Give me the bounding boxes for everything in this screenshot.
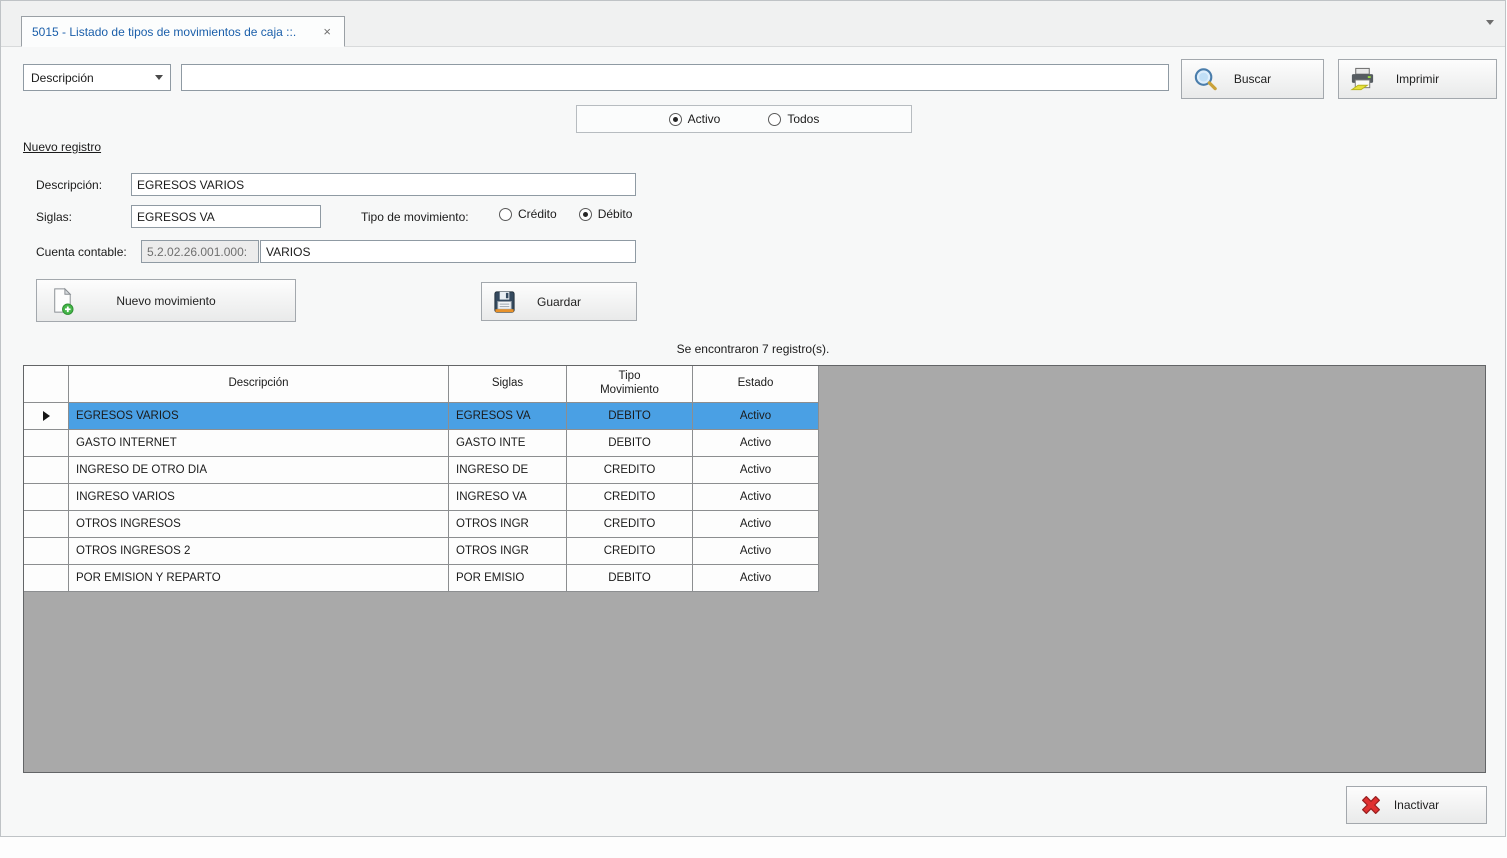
results-status-text: Se encontraron 7 registro(s). [1,342,1505,356]
row-selector-cell[interactable] [24,565,69,592]
row-selector-cell[interactable] [24,538,69,565]
movimientos-table: Descripción Siglas Tipo Movimiento Estad… [24,366,819,592]
table-header-row: Descripción Siglas Tipo Movimiento Estad… [24,366,819,403]
nuevo-movimiento-button[interactable]: Nuevo movimiento [36,279,296,322]
cell-descripcion[interactable]: EGRESOS VARIOS [69,403,449,430]
descripcion-label: Descripción: [36,178,102,192]
radio-activo-icon [669,113,682,126]
radio-credito-icon [499,208,512,221]
chevron-down-icon [155,75,163,80]
cell-tipo[interactable]: DEBITO [567,403,693,430]
header-descripcion[interactable]: Descripción [69,366,449,403]
radio-credito-label: Crédito [518,207,557,221]
search-field-select[interactable]: Descripción [23,64,171,91]
cell-descripcion[interactable]: INGRESO DE OTRO DIA [69,457,449,484]
app-window: 5015 - Listado de tipos de movimientos d… [0,0,1506,837]
search-input[interactable] [181,64,1169,91]
cuenta-contable-label: Cuenta contable: [36,245,127,259]
table-row[interactable]: OTROS INGRESOS 2 OTROS INGR CREDITO Acti… [24,538,819,565]
tab-title: 5015 - Listado de tipos de movimientos d… [32,25,296,39]
cell-descripcion[interactable]: OTROS INGRESOS [69,511,449,538]
cell-estado[interactable]: Activo [693,538,819,565]
movimientos-grid: Descripción Siglas Tipo Movimiento Estad… [23,365,1486,773]
radio-todos-icon [768,113,781,126]
radio-debito-label: Débito [598,207,633,221]
tipo-movimiento-group: Crédito Débito [499,207,632,221]
cell-siglas[interactable]: GASTO INTE [449,430,567,457]
cell-estado[interactable]: Activo [693,484,819,511]
table-row[interactable]: GASTO INTERNET GASTO INTE DEBITO Activo [24,430,819,457]
cell-estado[interactable]: Activo [693,430,819,457]
cell-siglas[interactable]: OTROS INGR [449,511,567,538]
cell-tipo[interactable]: DEBITO [567,565,693,592]
radio-todos-label: Todos [787,112,819,126]
table-row[interactable]: EGRESOS VARIOS EGRESOS VA DEBITO Activo [24,403,819,430]
radio-credito[interactable]: Crédito [499,207,557,221]
inactivar-button[interactable]: Inactivar [1346,786,1487,824]
imprimir-button-label: Imprimir [1339,72,1496,86]
cell-estado[interactable]: Activo [693,403,819,430]
radio-debito-icon [579,208,592,221]
cell-estado[interactable]: Activo [693,511,819,538]
inactivar-button-label: Inactivar [1347,798,1486,812]
radio-todos[interactable]: Todos [768,112,819,126]
cell-tipo[interactable]: CREDITO [567,538,693,565]
cell-siglas[interactable]: POR EMISIO [449,565,567,592]
table-row[interactable]: OTROS INGRESOS OTROS INGR CREDITO Activo [24,511,819,538]
imprimir-button[interactable]: Imprimir [1338,59,1497,99]
table-row[interactable]: INGRESO VARIOS INGRESO VA CREDITO Activo [24,484,819,511]
row-selector-cell[interactable] [24,511,69,538]
current-row-arrow-icon [43,411,50,421]
siglas-label: Siglas: [36,210,72,224]
buscar-button-label: Buscar [1182,72,1323,86]
header-row-selector [24,366,69,403]
radio-debito[interactable]: Débito [579,207,633,221]
cell-tipo[interactable]: CREDITO [567,511,693,538]
header-estado[interactable]: Estado [693,366,819,403]
cell-tipo[interactable]: CREDITO [567,457,693,484]
cell-siglas[interactable]: INGRESO VA [449,484,567,511]
row-selector-cell[interactable] [24,457,69,484]
cell-descripcion[interactable]: OTROS INGRESOS 2 [69,538,449,565]
tab-close-icon[interactable]: × [320,24,334,39]
search-field-select-value: Descripción [31,71,94,85]
row-selector-cell[interactable] [24,484,69,511]
buscar-button[interactable]: Buscar [1181,59,1324,99]
tab-listado-movimientos-caja[interactable]: 5015 - Listado de tipos de movimientos d… [21,16,345,47]
guardar-button-label: Guardar [482,295,636,309]
table-row[interactable]: POR EMISION Y REPARTO POR EMISIO DEBITO … [24,565,819,592]
radio-activo[interactable]: Activo [669,112,721,126]
cell-descripcion[interactable]: GASTO INTERNET [69,430,449,457]
cell-descripcion[interactable]: INGRESO VARIOS [69,484,449,511]
cuenta-nombre-field[interactable] [260,240,636,263]
tipo-movimiento-label: Tipo de movimiento: [361,210,469,224]
cell-estado[interactable]: Activo [693,457,819,484]
nuevo-movimiento-button-label: Nuevo movimiento [37,294,295,308]
header-tipo-movimiento[interactable]: Tipo Movimiento [567,366,693,403]
cell-tipo[interactable]: DEBITO [567,430,693,457]
cuenta-codigo-field [141,240,259,263]
nuevo-registro-group-title: Nuevo registro [23,140,101,154]
cell-siglas[interactable]: OTROS INGR [449,538,567,565]
tab-strip: 5015 - Listado de tipos de movimientos d… [1,1,1505,47]
cell-estado[interactable]: Activo [693,565,819,592]
row-selector-cell[interactable] [24,430,69,457]
estado-filter-group: Activo Todos [576,105,912,133]
header-siglas[interactable]: Siglas [449,366,567,403]
cell-siglas[interactable]: EGRESOS VA [449,403,567,430]
siglas-field[interactable] [131,205,321,228]
table-row[interactable]: INGRESO DE OTRO DIA INGRESO DE CREDITO A… [24,457,819,484]
cell-descripcion[interactable]: POR EMISION Y REPARTO [69,565,449,592]
tab-list-dropdown-icon[interactable] [1486,20,1494,25]
row-selector-cell[interactable] [24,403,69,430]
guardar-button[interactable]: Guardar [481,282,637,321]
radio-activo-label: Activo [688,112,721,126]
descripcion-field[interactable] [131,173,636,196]
cell-siglas[interactable]: INGRESO DE [449,457,567,484]
cell-tipo[interactable]: CREDITO [567,484,693,511]
